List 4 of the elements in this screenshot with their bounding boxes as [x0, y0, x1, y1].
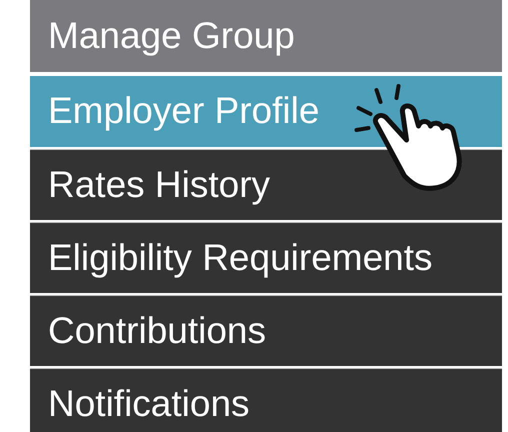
- menu-item[interactable]: Notifications: [30, 368, 502, 432]
- menu-header: Manage Group: [30, 0, 502, 72]
- menu-item[interactable]: Eligibility Requirements: [30, 222, 502, 293]
- menu-item[interactable]: Contributions: [30, 295, 502, 366]
